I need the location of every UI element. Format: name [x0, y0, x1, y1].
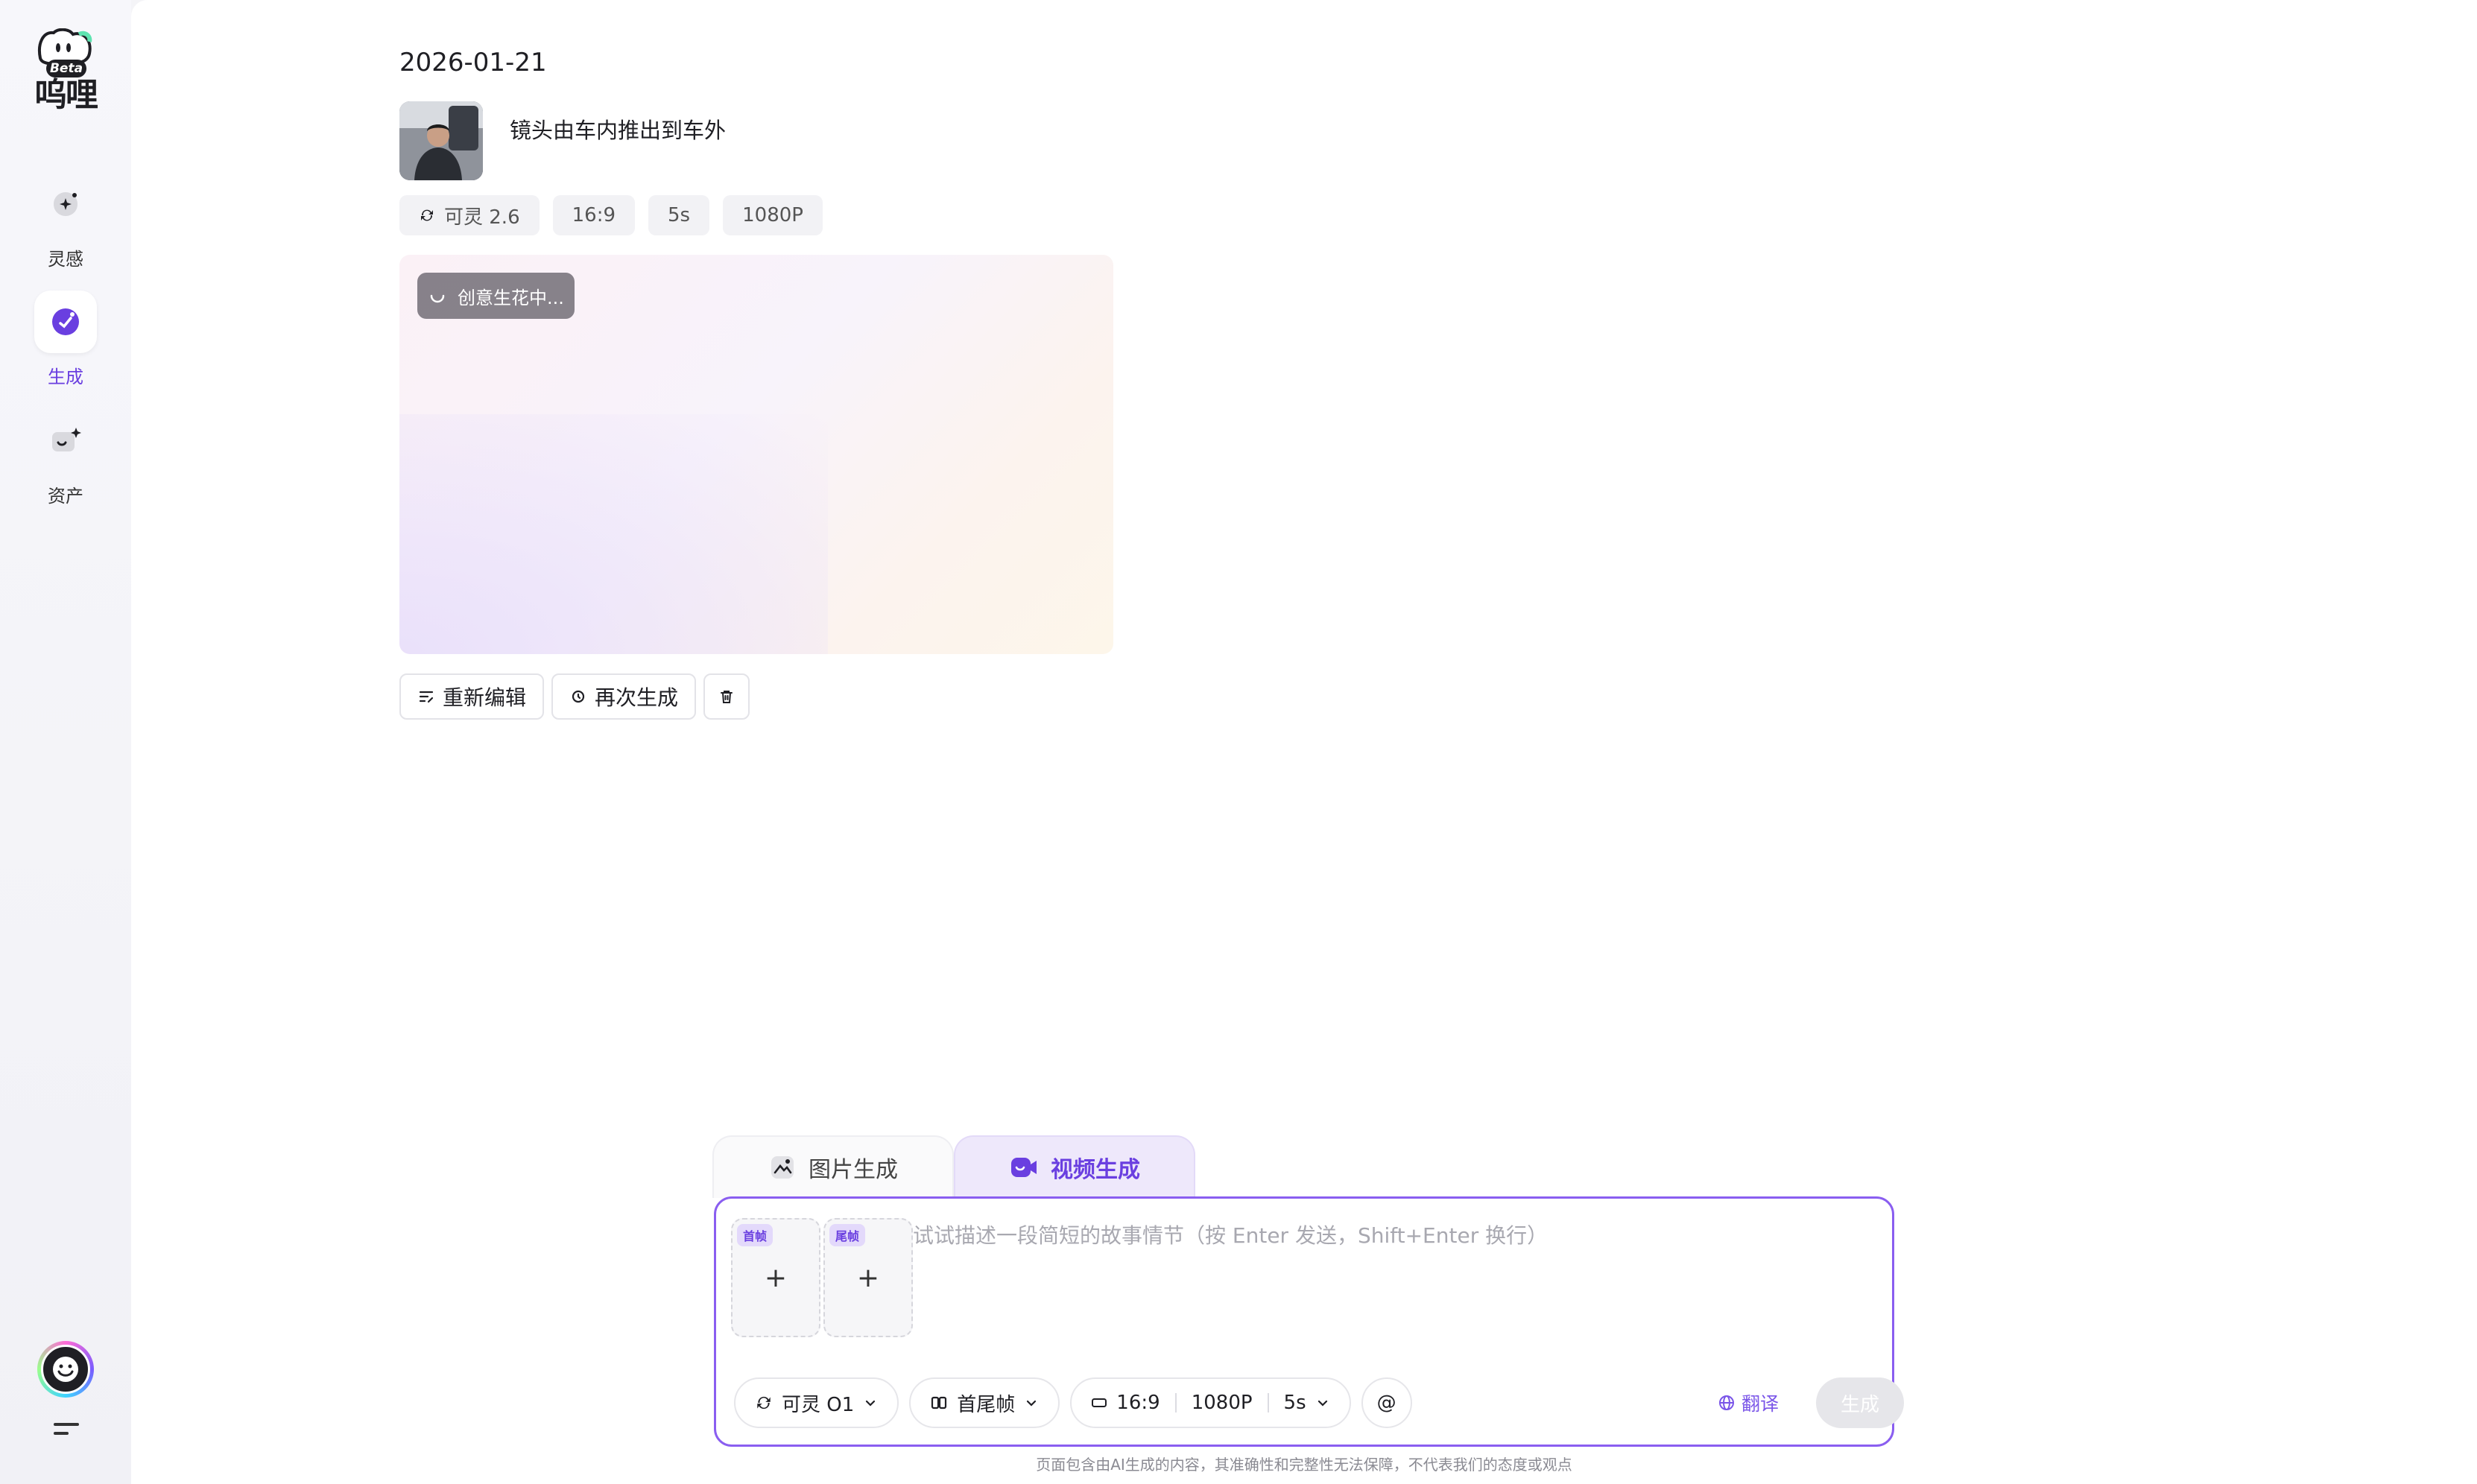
delete-button[interactable]: [703, 673, 750, 720]
aspect-ratio-icon: [1092, 1398, 1107, 1407]
divider: [1174, 1393, 1177, 1412]
divider: [1267, 1393, 1269, 1412]
tab-video-generation[interactable]: 视频生成: [954, 1135, 1195, 1198]
reedit-label: 重新编辑: [443, 686, 527, 709]
translate-button[interactable]: 翻译: [1718, 1389, 1779, 1416]
generation-result-card: 创意生花中...: [399, 255, 1113, 654]
translate-label: 翻译: [1742, 1393, 1780, 1415]
last-frame-tag: 尾帧: [829, 1224, 866, 1246]
composer-toolbar: 可灵 O1 首尾帧 16:9 1080P 5s @: [734, 1377, 1412, 1428]
tab-image-generation[interactable]: 图片生成: [712, 1135, 954, 1198]
reference-image-thumbnail[interactable]: [399, 101, 483, 180]
reedit-button[interactable]: 重新编辑: [399, 673, 545, 720]
tab-image-label: 图片生成: [809, 1157, 898, 1183]
prompt-input[interactable]: [913, 1220, 1867, 1331]
regenerate-icon: [572, 690, 585, 703]
duration-value: 5s: [1283, 1392, 1306, 1414]
result-actions: 重新编辑 再次生成: [399, 673, 750, 720]
chevron-down-icon: [1317, 1400, 1327, 1407]
mention-button[interactable]: @: [1361, 1377, 1412, 1428]
frame-mode-label: 首尾帧: [957, 1393, 1016, 1416]
app-wordmark: 呜哩: [34, 76, 98, 114]
avatar-face: [41, 1345, 90, 1394]
model-logo-icon: [757, 1396, 771, 1410]
frame-mode-selector[interactable]: 首尾帧: [909, 1377, 1060, 1428]
sparkle-icon: [54, 192, 77, 216]
resolution-value: 1080P: [1191, 1392, 1253, 1414]
model-selector[interactable]: 可灵 O1: [734, 1377, 899, 1428]
generate-button[interactable]: 生成: [1816, 1377, 1904, 1428]
ratio-chip: 16:9: [552, 195, 636, 235]
main-panel: 2026-01-21 镜头由车内推出到车外 可灵 2.6 16:9 5s 108…: [131, 0, 2477, 1484]
sidebar-item-inspiration[interactable]: 灵感: [18, 173, 113, 270]
video-generation-icon: [1011, 1158, 1037, 1177]
at-icon: @: [1376, 1392, 1396, 1414]
generation-params: 可灵 2.6 16:9 5s 1080P: [399, 195, 823, 235]
beta-badge: Beta: [46, 60, 86, 77]
menu-line: [54, 1432, 69, 1435]
sidebar-item-assets[interactable]: 资产: [18, 410, 113, 507]
sidebar-item-label: 灵感: [48, 249, 83, 270]
last-frame-upload[interactable]: 尾帧 +: [823, 1218, 913, 1337]
sidebar: Beta 呜哩 灵感 生成 资产: [0, 0, 131, 1484]
prompt-composer: 首帧 + 尾帧 + 可灵 O1: [714, 1196, 1904, 1447]
globe-icon: [1719, 1395, 1734, 1410]
smile-face-icon: [53, 1357, 78, 1382]
loading-spinner-icon: [430, 294, 445, 303]
user-avatar[interactable]: [37, 1341, 94, 1398]
first-frame-tag: 首帧: [737, 1224, 774, 1246]
chevron-down-icon: [866, 1400, 876, 1407]
ai-disclaimer: 页面包含由AI生成的内容，其准确性和完整性无法保障，不代表我们的态度或观点: [1036, 1456, 1572, 1474]
ratio-value: 16:9: [1116, 1392, 1160, 1414]
regenerate-button[interactable]: 再次生成: [551, 673, 697, 720]
edit-lines-icon: [419, 691, 434, 703]
image-generation-icon: [771, 1156, 794, 1179]
nav-icon-box: [34, 173, 97, 235]
menu-icon[interactable]: [54, 1423, 79, 1441]
first-frame-upload[interactable]: 首帧 +: [731, 1218, 820, 1337]
person-in-car-image: [399, 101, 483, 180]
nav-icon-box: [34, 410, 97, 472]
sidebar-item-generate[interactable]: 生成: [18, 291, 113, 387]
model-chip: 可灵 2.6: [399, 195, 540, 235]
tab-video-label: 视频生成: [1051, 1157, 1140, 1183]
history-date: 2026-01-21: [399, 48, 547, 77]
generating-status-badge: 创意生花中...: [417, 273, 575, 319]
model-chip-label: 可灵 2.6: [444, 206, 520, 229]
duration-chip: 5s: [648, 195, 710, 235]
plus-icon: +: [764, 1263, 788, 1293]
generating-status-text: 创意生花中...: [458, 287, 564, 308]
history-prompt: 镜头由车内推出到车外: [510, 118, 727, 143]
regenerate-label: 再次生成: [595, 686, 679, 709]
video-settings-selector[interactable]: 16:9 1080P 5s: [1070, 1377, 1351, 1428]
resolution-chip: 1080P: [723, 195, 823, 235]
menu-line: [54, 1423, 79, 1426]
sidebar-item-label: 资产: [48, 486, 83, 507]
model-selector-label: 可灵 O1: [782, 1393, 855, 1416]
model-logo-icon: [421, 209, 433, 221]
sidebar-item-label: 生成: [48, 367, 83, 387]
plus-icon: +: [856, 1263, 880, 1293]
nav-icon-box: [34, 291, 97, 353]
assets-icon: [52, 428, 81, 451]
app-logo[interactable]: Beta 呜哩: [30, 28, 101, 115]
trash-icon: [721, 691, 733, 703]
frames-icon: [931, 1396, 947, 1410]
generate-icon: [52, 308, 79, 335]
chevron-down-icon: [1027, 1400, 1037, 1407]
